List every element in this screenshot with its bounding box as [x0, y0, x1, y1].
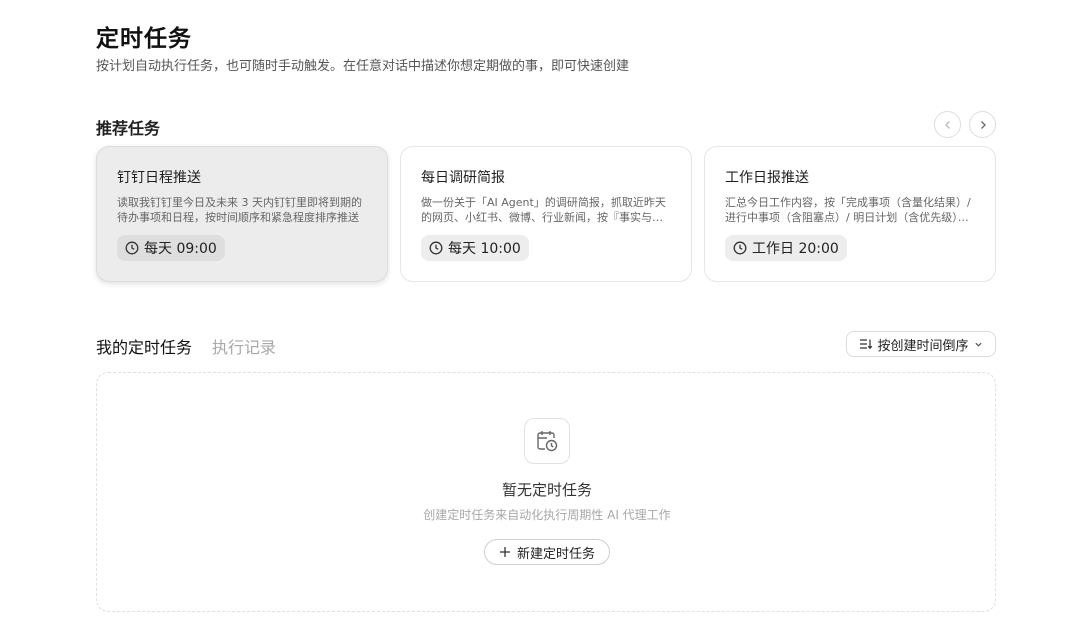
chevron-left-icon — [944, 120, 950, 129]
scheduled-tasks-page: 定时任务 按计划自动执行任务，也可随时手动触发。在任意对话中描述你想定期做的事，… — [0, 0, 1080, 639]
new-task-label: 新建定时任务 — [516, 546, 595, 562]
card-title: 每日调研简报 — [421, 170, 505, 186]
clock-icon — [429, 241, 443, 255]
schedule-text: 工作日 20:00 — [752, 241, 839, 257]
card-description: 做一份关于「AI Agent」的调研简报，抓取近昨天的网页、小红书、微博、行业新… — [421, 196, 666, 224]
chevron-down-icon — [974, 342, 982, 347]
empty-description: 创建定时任务来自动化执行周期性 AI 代理工作 — [423, 508, 671, 522]
prev-button[interactable] — [934, 111, 961, 138]
card-description: 汇总今日工作内容，按「完成事项（含量化结果）/ 进行中事项（含阻塞点）/ 明日计… — [725, 196, 971, 224]
chevron-right-icon — [980, 120, 986, 129]
schedule-text: 每天 09:00 — [144, 241, 217, 257]
next-button[interactable] — [969, 111, 996, 138]
plus-icon — [499, 547, 510, 557]
sort-dropdown[interactable]: 按创建时间倒序 — [846, 331, 996, 357]
card-title: 工作日报推送 — [725, 170, 809, 186]
page-title: 定时任务 — [96, 26, 192, 52]
sort-label: 按创建时间倒序 — [877, 338, 969, 354]
schedule-badge: 每天 09:00 — [117, 235, 225, 261]
tab-execution-history[interactable]: 执行记录 — [212, 334, 276, 358]
card-title: 钉钉日程推送 — [117, 170, 201, 186]
recommended-card-daily-report[interactable]: 工作日报推送 汇总今日工作内容，按「完成事项（含量化结果）/ 进行中事项（含阻塞… — [704, 146, 996, 282]
schedule-text: 每天 10:00 — [448, 241, 521, 257]
tab-my-tasks[interactable]: 我的定时任务 — [96, 334, 192, 358]
empty-state: 暂无定时任务 创建定时任务来自动化执行周期性 AI 代理工作 新建定时任务 — [96, 372, 996, 612]
recommended-section-title: 推荐任务 — [96, 119, 161, 138]
recommended-cards: 钉钉日程推送 读取我钉钉里今日及未来 3 天内钉钉里即将到期的待办事项和日程，按… — [96, 146, 996, 282]
calendar-clock-icon — [524, 418, 570, 464]
clock-icon — [125, 241, 139, 255]
sort-icon — [860, 339, 873, 350]
clock-icon — [733, 241, 747, 255]
schedule-badge: 工作日 20:00 — [725, 235, 847, 261]
new-task-button[interactable]: 新建定时任务 — [484, 539, 610, 565]
page-subtitle: 按计划自动执行任务，也可随时手动触发。在任意对话中描述你想定期做的事，即可快速创… — [96, 59, 630, 74]
schedule-badge: 每天 10:00 — [421, 235, 529, 261]
recommended-card-dingtalk[interactable]: 钉钉日程推送 读取我钉钉里今日及未来 3 天内钉钉里即将到期的待办事项和日程，按… — [96, 146, 388, 282]
card-description: 读取我钉钉里今日及未来 3 天内钉钉里即将到期的待办事项和日程，按时间顺序和紧急… — [117, 196, 362, 224]
recommended-card-research[interactable]: 每日调研简报 做一份关于「AI Agent」的调研简报，抓取近昨天的网页、小红书… — [400, 146, 692, 282]
empty-title: 暂无定时任务 — [501, 481, 592, 499]
